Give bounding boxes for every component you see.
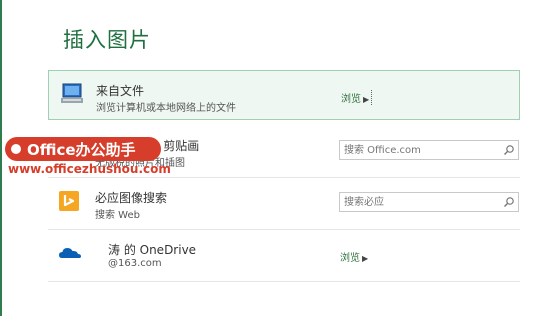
watermark-brand: Office办公助手 [27,141,136,159]
bing-subtitle: 搜索 Web [95,210,140,221]
from-file-title: 来自文件 [96,84,145,98]
search-icon[interactable] [503,144,515,156]
bing-search-input[interactable] [344,195,494,209]
search-icon[interactable] [503,196,515,208]
bing-icon [58,190,80,212]
onedrive-title: 涛 的 OneDrive [108,243,197,257]
triangle-right-icon: ▶ [362,254,369,263]
from-file-browse-link[interactable]: 浏览 ▶ [341,90,373,105]
onedrive-account-email: @163.com [108,258,162,269]
bing-title: 必应图像搜索 [95,191,168,205]
bing-search-box[interactable] [339,192,519,212]
row-divider [48,281,520,282]
onedrive-row[interactable]: 涛 的 OneDrive @163.com 浏览 ▶ [48,230,520,280]
watermark-url: www.officezhushou.com [8,162,171,176]
office-search-input[interactable] [344,143,494,157]
watermark-logo: Office办公助手 [5,137,161,161]
dialog-title: 插入图片 [63,28,151,52]
from-file-row[interactable]: 来自文件 浏览计算机或本地网络上的文件 浏览 ▶ [48,70,520,120]
window-left-border [0,0,2,316]
onedrive-icon [58,242,81,264]
browse-label: 浏览 [340,253,360,264]
from-file-subtitle: 浏览计算机或本地网络上的文件 [96,103,236,114]
watermark-dot-icon [11,144,21,154]
triangle-right-icon: ▶ [363,95,370,104]
computer-icon [59,83,83,105]
bing-row[interactable]: 必应图像搜索 搜索 Web [48,178,520,228]
onedrive-browse-link[interactable]: 浏览 ▶ [340,249,368,264]
browse-label: 浏览 [341,94,361,105]
office-search-box[interactable] [339,140,519,160]
